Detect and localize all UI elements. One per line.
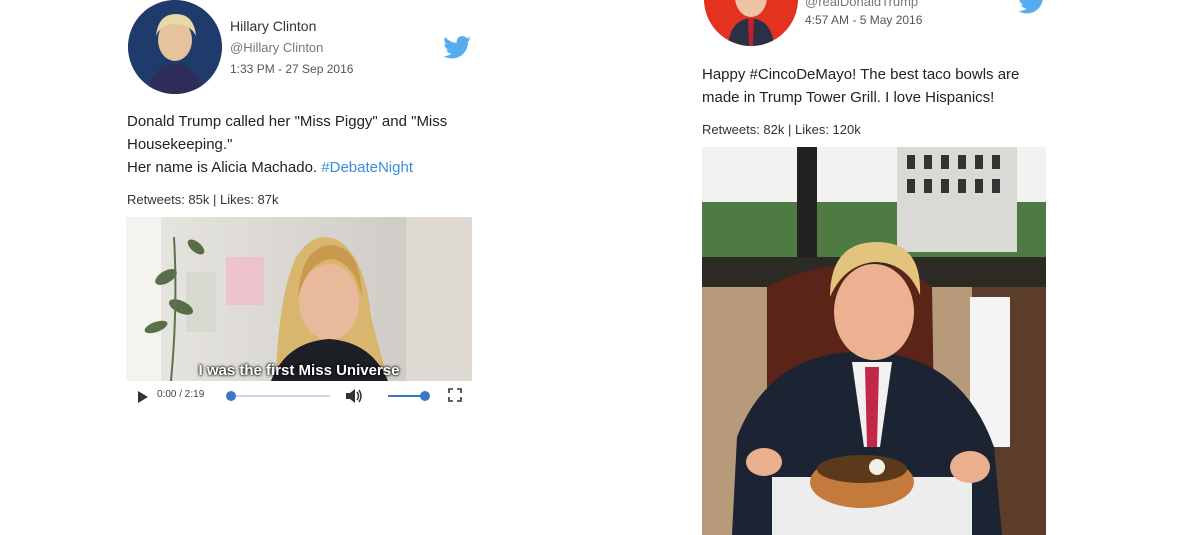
author-name[interactable]: Hillary Clinton	[230, 18, 316, 34]
tweet-text-line: Her name is Alicia Machado. #DebateNight	[127, 156, 467, 179]
tweet-timestamp[interactable]: 4:57 AM - 5 May 2016	[805, 13, 922, 27]
tweet-trump: @realDonaldTrump 4:57 AM - 5 May 2016 Ha…	[600, 0, 1200, 535]
tweet-text-line: made in Trump Tower Grill. I love Hispan…	[702, 89, 995, 106]
video-progress-slider[interactable]	[226, 391, 330, 401]
tweet-stats: Retweets: 85k | Likes: 87k	[127, 192, 279, 207]
volume-slider[interactable]	[388, 391, 430, 401]
avatar[interactable]	[128, 0, 222, 94]
tweet-text: Donald Trump called her "Miss Piggy" and…	[127, 110, 467, 179]
video-player[interactable]: I was the first Miss Universe 0:00 / 2:1…	[126, 217, 472, 411]
fullscreen-icon[interactable]	[448, 388, 462, 407]
video-subtitle: I was the first Miss Universe	[198, 362, 400, 379]
twitter-bird-icon[interactable]	[1018, 0, 1046, 19]
tweet-text-line: Donald Trump called her "Miss Piggy" and…	[127, 113, 448, 130]
video-frame	[126, 217, 472, 382]
tweet-text-span: ! The best taco bowls are	[852, 66, 1020, 83]
volume-icon[interactable]	[345, 388, 363, 409]
avatar-portrait-icon	[128, 0, 222, 94]
hashtag-link[interactable]: #CincoDeMayo	[750, 66, 853, 83]
volume-handle[interactable]	[420, 391, 430, 401]
author-handle[interactable]: @realDonaldTrump	[805, 0, 918, 9]
video-controls: 0:00 / 2:19	[126, 381, 472, 411]
tweet-text: Happy #CincoDeMayo! The best taco bowls …	[702, 63, 1062, 109]
video-progress-handle[interactable]	[226, 391, 236, 401]
avatar-portrait-icon	[704, 0, 798, 46]
hashtag-link[interactable]: #DebateNight	[321, 159, 413, 176]
video-time: 0:00 / 2:19	[157, 389, 205, 400]
tweet-timestamp[interactable]: 1:33 PM - 27 Sep 2016	[230, 62, 353, 76]
twitter-bird-icon[interactable]	[443, 36, 471, 64]
tweet-text-line: Housekeeping."	[127, 136, 233, 153]
tweet-text-line: Happy #CincoDeMayo! The best taco bowls …	[702, 63, 1062, 86]
photo-image	[702, 147, 1046, 535]
tweet-hillary: Hillary Clinton @Hillary Clinton 1:33 PM…	[0, 0, 600, 535]
play-icon[interactable]	[138, 390, 148, 408]
avatar[interactable]	[704, 0, 798, 46]
author-handle[interactable]: @Hillary Clinton	[230, 40, 323, 55]
tweet-stats: Retweets: 82k | Likes: 120k	[702, 122, 861, 137]
tweet-text-span: Happy	[702, 66, 750, 83]
tweet-photo[interactable]	[702, 147, 1046, 535]
tweet-text-span: Her name is Alicia Machado.	[127, 159, 322, 176]
